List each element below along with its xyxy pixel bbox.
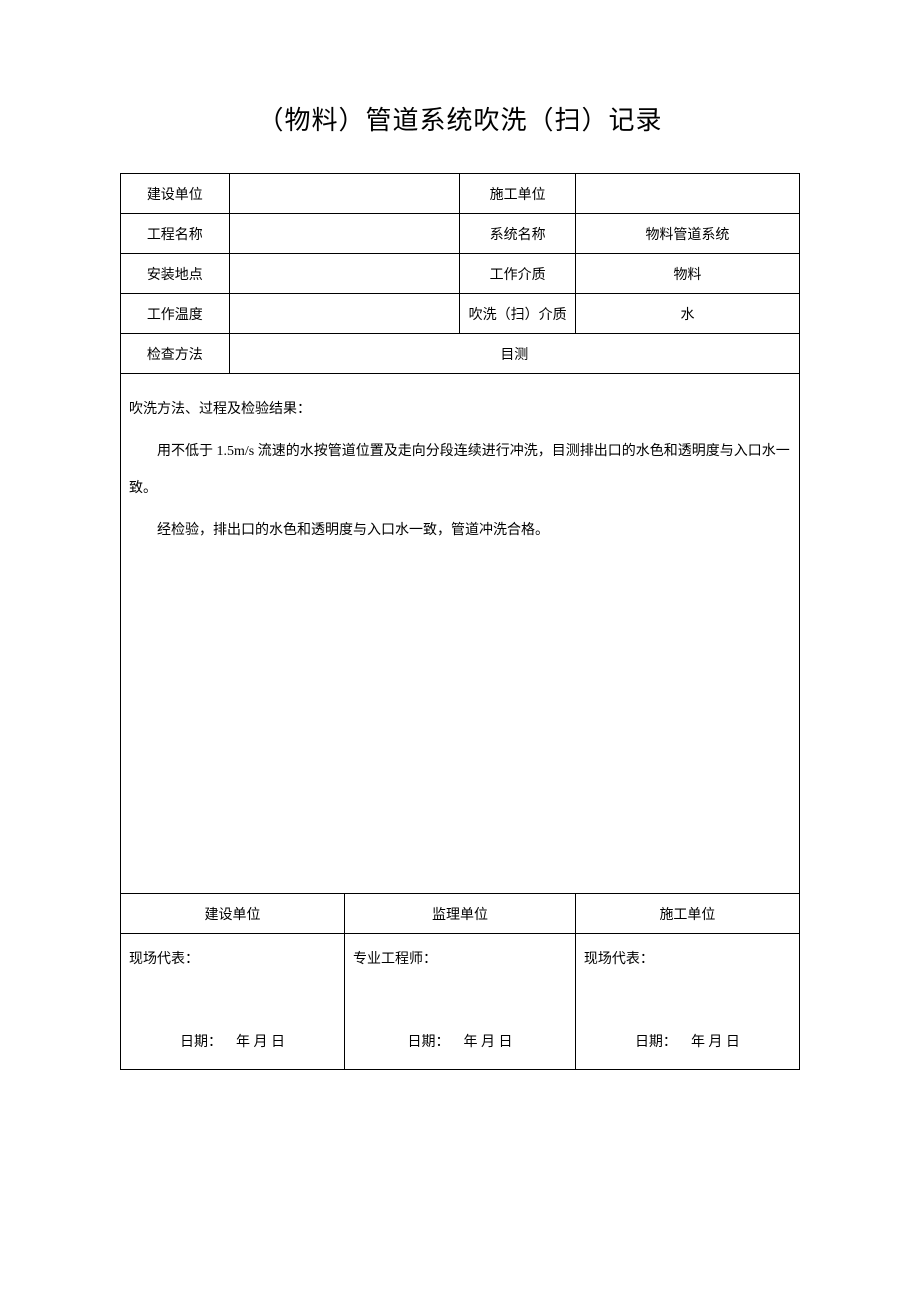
info-row-1: 建设单位 施工单位	[121, 174, 800, 214]
method-body-1: 用不低于 1.5m/s 流速的水按管道位置及走向分段连续进行冲洗，目测排出口的水…	[129, 434, 791, 507]
value-flush-medium: 水	[575, 294, 799, 334]
method-row: 吹洗方法、过程及检验结果： 用不低于 1.5m/s 流速的水按管道位置及走向分段…	[121, 374, 800, 894]
label-system-name: 系统名称	[460, 214, 575, 254]
date-line-builder: 日期： 年 月 日	[576, 1031, 799, 1051]
label-project-name: 工程名称	[121, 214, 230, 254]
method-body-2: 经检验，排出口的水色和透明度与入口水一致，管道冲洗合格。	[129, 513, 791, 549]
label-construction-unit: 建设单位	[121, 174, 230, 214]
label-work-temperature: 工作温度	[121, 294, 230, 334]
sign-cell-builder: 现场代表： 日期： 年 月 日	[575, 934, 799, 1070]
label-flush-medium: 吹洗（扫）介质	[460, 294, 575, 334]
record-table: 建设单位 施工单位 工程名称 系统名称 物料管道系统 安装地点 工作介质 物料 …	[120, 173, 800, 1070]
page-title: （物料）管道系统吹洗（扫）记录	[120, 100, 800, 137]
sign-label-construction: 现场代表：	[129, 948, 199, 968]
method-section: 吹洗方法、过程及检验结果： 用不低于 1.5m/s 流速的水按管道位置及走向分段…	[121, 374, 800, 894]
sign-cell-construction: 现场代表： 日期： 年 月 日	[121, 934, 345, 1070]
value-work-temperature	[229, 294, 460, 334]
label-builder-unit: 施工单位	[460, 174, 575, 214]
sign-label-supervision: 专业工程师：	[353, 948, 437, 968]
label-work-medium: 工作介质	[460, 254, 575, 294]
value-system-name: 物料管道系统	[575, 214, 799, 254]
label-install-location: 安装地点	[121, 254, 230, 294]
footer-header-supervision: 监理单位	[345, 894, 576, 934]
value-install-location	[229, 254, 460, 294]
footer-header-row: 建设单位 监理单位 施工单位	[121, 894, 800, 934]
value-inspection-method: 目测	[229, 334, 799, 374]
value-work-medium: 物料	[575, 254, 799, 294]
info-row-2: 工程名称 系统名称 物料管道系统	[121, 214, 800, 254]
method-heading: 吹洗方法、过程及检验结果：	[129, 392, 791, 428]
info-row-5: 检查方法 目测	[121, 334, 800, 374]
value-project-name	[229, 214, 460, 254]
label-inspection-method: 检查方法	[121, 334, 230, 374]
sign-cell-supervision: 专业工程师： 日期： 年 月 日	[345, 934, 576, 1070]
value-construction-unit	[229, 174, 460, 214]
date-line-construction: 日期： 年 月 日	[121, 1031, 344, 1051]
value-builder-unit	[575, 174, 799, 214]
date-line-supervision: 日期： 年 月 日	[345, 1031, 575, 1051]
footer-sign-row: 现场代表： 日期： 年 月 日 专业工程师： 日期： 年 月 日 现场代表： 日…	[121, 934, 800, 1070]
footer-header-construction: 建设单位	[121, 894, 345, 934]
sign-label-builder: 现场代表：	[584, 948, 654, 968]
footer-header-builder: 施工单位	[575, 894, 799, 934]
info-row-4: 工作温度 吹洗（扫）介质 水	[121, 294, 800, 334]
info-row-3: 安装地点 工作介质 物料	[121, 254, 800, 294]
